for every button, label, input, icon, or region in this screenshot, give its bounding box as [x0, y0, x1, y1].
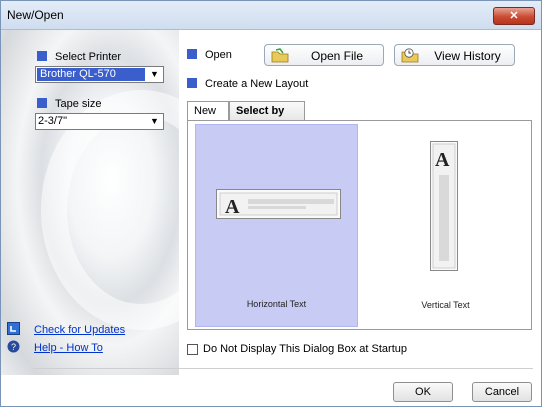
tape-size-label: Tape size — [37, 98, 101, 110]
startup-checkbox[interactable] — [187, 344, 198, 355]
cancel-button[interactable]: Cancel — [472, 382, 532, 402]
svg-text:A: A — [225, 196, 240, 218]
help-how-to-link[interactable]: Help - How To — [34, 342, 103, 354]
close-button[interactable]: ✕ — [493, 7, 535, 25]
layout-options-panel: A Horizontal Text A Vertical Text — [187, 120, 532, 330]
footer-divider — [33, 368, 533, 369]
select-printer-label: Select Printer — [37, 51, 121, 63]
horizontal-text-option[interactable]: A Horizontal Text — [195, 124, 358, 327]
chevron-down-icon[interactable]: ▼ — [147, 115, 162, 128]
help-icon: ? — [7, 340, 20, 353]
title-bar[interactable]: New/Open ✕ — [1, 1, 541, 30]
open-label: Open — [187, 49, 232, 61]
update-icon — [7, 322, 20, 335]
view-history-button[interactable]: View History — [394, 44, 515, 66]
help-row: ? Help - How To — [7, 340, 103, 354]
bullet-square-icon — [37, 51, 47, 61]
new-open-dialog: New/Open ✕ Select Printer Brother QL-570… — [0, 0, 542, 407]
create-layout-label: Create a New Layout — [187, 78, 308, 90]
vertical-text-label: Vertical Text — [421, 300, 470, 310]
printer-select-value: Brother QL-570 — [37, 68, 145, 81]
vertical-text-option[interactable]: A Vertical Text — [363, 124, 528, 327]
dialog-body: Select Printer Brother QL-570 ▼ Tape siz… — [1, 30, 541, 406]
bullet-square-icon — [187, 49, 197, 59]
bullet-square-icon — [37, 98, 47, 108]
horizontal-label-icon: A — [216, 189, 341, 219]
tape-size-value: 2-3/7" — [38, 115, 67, 127]
history-icon — [401, 48, 419, 63]
check-updates-link[interactable]: Check for Updates — [34, 324, 125, 336]
tape-size-select[interactable]: 2-3/7" ▼ — [35, 113, 164, 130]
check-updates-row: Check for Updates — [7, 322, 125, 336]
vertical-label-icon: A — [430, 141, 458, 271]
ok-button[interactable]: OK — [393, 382, 453, 402]
bullet-square-icon — [187, 78, 197, 88]
startup-checkbox-label[interactable]: Do Not Display This Dialog Box at Startu… — [203, 343, 407, 355]
printer-select[interactable]: Brother QL-570 ▼ — [35, 66, 164, 83]
open-folder-icon — [271, 48, 289, 63]
tab-new[interactable]: New — [187, 101, 229, 121]
open-file-button[interactable]: Open File — [264, 44, 384, 66]
window-title: New/Open — [7, 8, 64, 22]
left-panel: Select Printer Brother QL-570 ▼ Tape siz… — [1, 30, 241, 375]
svg-text:A: A — [435, 149, 450, 171]
horizontal-text-label: Horizontal Text — [246, 299, 307, 309]
chevron-down-icon[interactable]: ▼ — [147, 68, 162, 81]
tab-select-by-use[interactable]: Select by Use — [229, 101, 305, 135]
svg-text:?: ? — [11, 342, 16, 352]
